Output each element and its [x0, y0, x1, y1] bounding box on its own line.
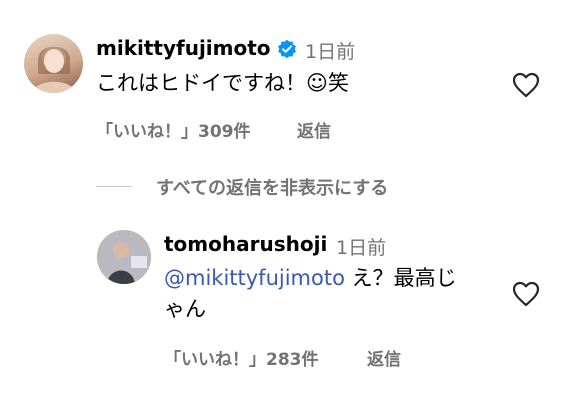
- reply-text-line1: え？最高じ: [344, 266, 457, 290]
- likes-count-link[interactable]: 「いいね！」309件: [96, 117, 251, 142]
- hide-replies-button[interactable]: すべての返信を非表示にする: [156, 174, 388, 200]
- username-mikittyfujimoto[interactable]: mikittyfujimoto: [96, 36, 271, 60]
- comment-time: 1日前: [305, 41, 356, 63]
- comment-text: これはヒドイですね！☺笑: [96, 71, 349, 95]
- heart-outline-icon[interactable]: [512, 72, 540, 98]
- verified-badge-icon: [278, 39, 296, 59]
- reply-reply-button[interactable]: 返信: [367, 345, 401, 370]
- reply-time: 1日前: [336, 237, 387, 259]
- replies-divider: [96, 186, 132, 187]
- reply-text: @mikittyfujimoto え？最高じ ゃん: [164, 263, 494, 325]
- mention-link[interactable]: @mikittyfujimoto: [164, 266, 345, 290]
- reply-button[interactable]: 返信: [297, 117, 331, 142]
- heart-outline-icon[interactable]: [512, 281, 540, 307]
- reply-text-line2: ゃん: [164, 297, 206, 321]
- reply-likes-count-link[interactable]: 「いいね！」283件: [164, 345, 319, 370]
- avatar-mikittyfujimoto[interactable]: [24, 34, 83, 93]
- username-tomoharushoji[interactable]: tomoharushoji: [164, 232, 327, 256]
- avatar-tomoharushoji[interactable]: [97, 230, 151, 284]
